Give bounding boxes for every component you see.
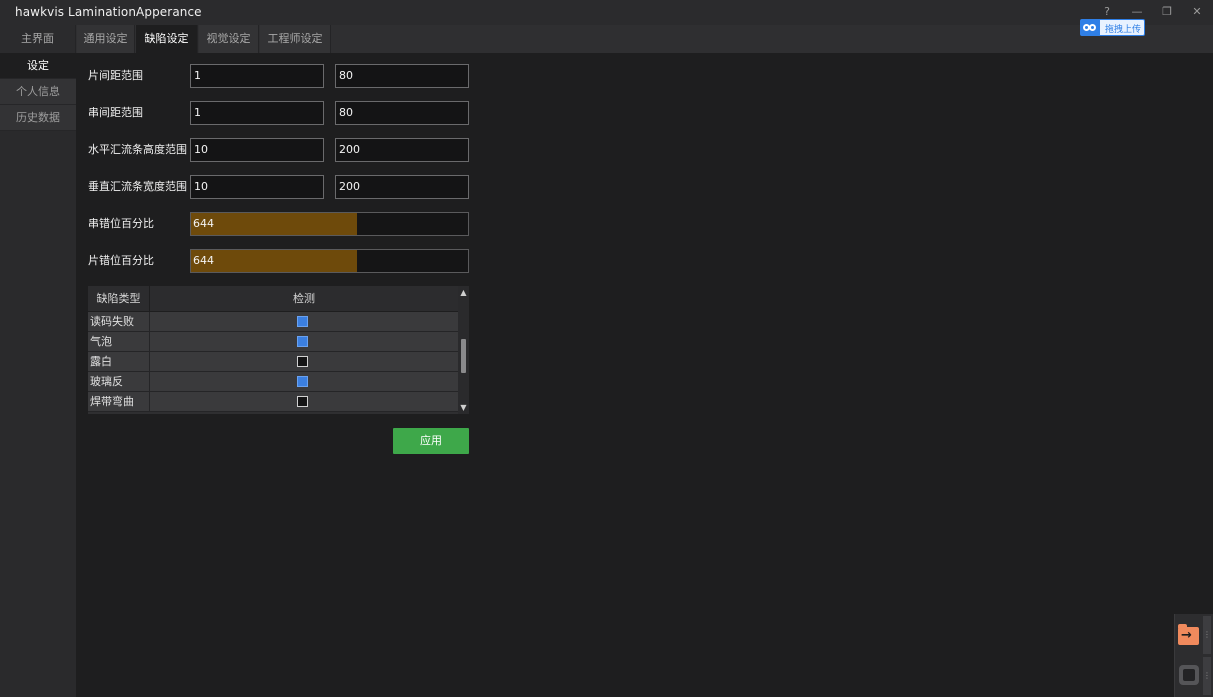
sidebar-item-history[interactable]: 历史数据: [0, 105, 76, 131]
piece-offset-slider[interactable]: 644: [190, 249, 469, 273]
detect-checkbox[interactable]: [297, 376, 308, 387]
minimize-button[interactable]: —: [1130, 5, 1144, 19]
tab-defect-settings[interactable]: 缺陷设定: [136, 25, 198, 53]
apply-button[interactable]: 应用: [393, 428, 469, 454]
panel-grip-handle[interactable]: ⋮: [1203, 616, 1211, 654]
scroll-down-icon[interactable]: ▼: [458, 402, 469, 413]
detect-cell: [150, 332, 458, 352]
table-row: 读码失败: [88, 312, 458, 332]
string-offset-label: 串错位百分比: [88, 217, 154, 230]
tab-vision-settings[interactable]: 视觉设定: [199, 25, 259, 53]
piece-offset-value: 644: [193, 254, 214, 267]
v-busbar-width-max-input[interactable]: 200: [335, 175, 469, 199]
table-row: 玻璃反: [88, 372, 458, 392]
detect-checkbox[interactable]: [297, 336, 308, 347]
restore-button[interactable]: ❐: [1160, 5, 1174, 19]
defect-type-cell: 露白: [88, 352, 150, 372]
table-row: 气泡: [88, 332, 458, 352]
sidebar-item-settings[interactable]: 设定: [0, 53, 76, 79]
app-icon[interactable]: [1179, 665, 1199, 685]
tab-engineer-settings[interactable]: 工程师设定: [260, 25, 331, 53]
slider-fill: [191, 250, 358, 272]
defect-type-cell: 玻璃反: [88, 372, 150, 392]
piece-gap-min-input[interactable]: 1: [190, 64, 324, 88]
detect-cell: [150, 312, 458, 332]
string-gap-range-label: 串间距范围: [88, 106, 143, 119]
window-title: hawkvis LaminationApperance: [15, 5, 202, 19]
detect-checkbox[interactable]: [297, 396, 308, 407]
folder-arrow-icon[interactable]: →: [1178, 624, 1199, 645]
panel-grip-handle[interactable]: ⋮: [1203, 657, 1211, 695]
help-button[interactable]: ?: [1100, 5, 1114, 19]
column-header-defect-type: 缺陷类型: [88, 286, 150, 312]
scroll-up-icon[interactable]: ▲: [458, 287, 469, 298]
h-busbar-height-max-input[interactable]: 200: [335, 138, 469, 162]
detect-cell: [150, 392, 458, 412]
title-bar: hawkvis LaminationApperance ? — ❐ ✕: [0, 0, 1213, 25]
string-offset-slider[interactable]: 644: [190, 212, 469, 236]
table-row: 焊带弯曲: [88, 392, 458, 412]
tab-general-settings[interactable]: 通用设定: [77, 25, 135, 53]
table-header: 缺陷类型 检测: [88, 286, 458, 312]
scrollbar-thumb[interactable]: [461, 339, 466, 373]
defect-type-cell: 气泡: [88, 332, 150, 352]
string-offset-value: 644: [193, 217, 214, 230]
h-busbar-height-min-input[interactable]: 10: [190, 138, 324, 162]
defect-type-cell: 焊带弯曲: [88, 392, 150, 412]
drag-upload-label: 拖拽上传: [1105, 25, 1142, 35]
detect-cell: [150, 352, 458, 372]
slider-fill: [191, 213, 358, 235]
drag-upload-button[interactable]: 拖拽上传: [1080, 19, 1145, 36]
string-gap-max-input[interactable]: 80: [335, 101, 469, 125]
detect-checkbox[interactable]: [297, 316, 308, 327]
string-gap-min-input[interactable]: 1: [190, 101, 324, 125]
detect-cell: [150, 372, 458, 392]
sidebar-item-profile[interactable]: 个人信息: [0, 79, 76, 105]
defect-table: 缺陷类型 检测 读码失败 气泡 露白 玻璃反 焊带弯曲 ▲ ▼: [88, 286, 469, 414]
table-scrollbar[interactable]: ▲ ▼: [458, 286, 469, 414]
piece-offset-label: 片错位百分比: [88, 254, 154, 267]
detect-checkbox[interactable]: [297, 356, 308, 367]
close-button[interactable]: ✕: [1190, 5, 1204, 19]
piece-gap-range-label: 片间距范围: [88, 69, 143, 82]
defect-type-cell: 读码失败: [88, 312, 150, 332]
cloud-icon: [1081, 19, 1100, 36]
sidebar: 设定 个人信息 历史数据: [0, 53, 76, 697]
v-busbar-width-min-input[interactable]: 10: [190, 175, 324, 199]
app-name: hawkvis: [15, 5, 65, 19]
tab-main[interactable]: 主界面: [0, 25, 76, 53]
column-header-detect: 检测: [293, 292, 315, 305]
v-busbar-width-label: 垂直汇流条宽度范围: [88, 180, 187, 193]
window-name: LaminationApperance: [68, 5, 202, 19]
table-row: 露白: [88, 352, 458, 372]
h-busbar-height-label: 水平汇流条高度范围: [88, 143, 187, 156]
piece-gap-max-input[interactable]: 80: [335, 64, 469, 88]
